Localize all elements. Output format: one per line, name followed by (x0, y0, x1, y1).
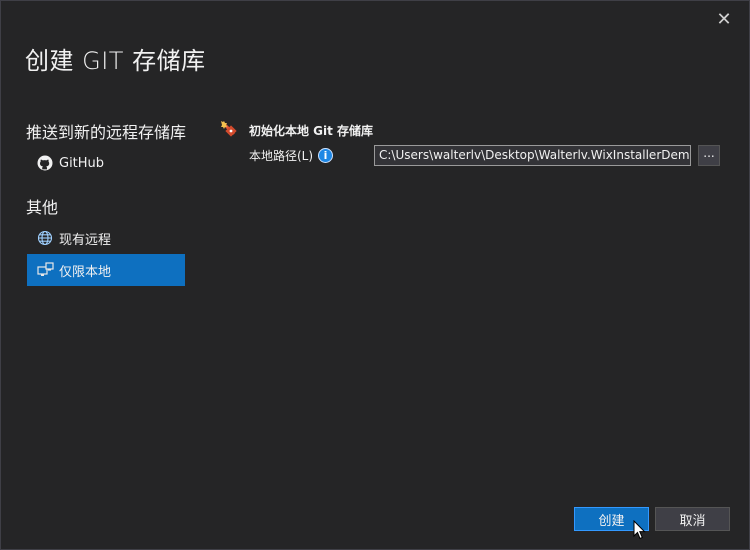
sidebar-item-local-only[interactable]: 仅限本地 (27, 254, 185, 286)
sidebar-item-label: 现有远程 (59, 232, 112, 248)
globe-icon (36, 229, 54, 247)
init-local-repo-header: 初始化本地 Git 存储库 (219, 119, 373, 141)
sidebar-item-label: 仅限本地 (59, 264, 112, 280)
init-local-repo-label: 初始化本地 Git 存储库 (249, 123, 374, 138)
sidebar-item-existing-remote[interactable]: 现有远程 (27, 222, 185, 254)
local-path-input[interactable]: C:\Users\walterlv\Desktop\Walterlv.WixIn… (374, 145, 691, 166)
cancel-button[interactable]: 取消 (655, 507, 730, 531)
push-section-title: 推送到新的远程存储库 (26, 123, 187, 142)
local-path-label: 本地路径(L) (249, 149, 314, 163)
mouse-cursor-icon (633, 519, 646, 544)
sidebar-item-github[interactable]: GitHub (27, 147, 185, 179)
local-path-label-row: 本地路径(L) i (249, 147, 334, 164)
git-init-icon (219, 119, 237, 141)
close-icon: ✕ (716, 9, 732, 30)
info-icon[interactable]: i (318, 148, 334, 163)
create-git-repo-dialog: ✕ 创建 GIT 存储库 推送到新的远程存储库 GitHub 其他 现有远程 仅… (0, 0, 750, 550)
close-button[interactable]: ✕ (713, 9, 735, 31)
browse-button[interactable]: ... (698, 145, 720, 166)
sidebar-item-label: GitHub (59, 155, 105, 171)
other-section-title: 其他 (26, 198, 59, 217)
dialog-title: 创建 GIT 存储库 (25, 47, 206, 75)
github-icon (36, 154, 54, 172)
local-computer-icon (36, 261, 54, 279)
